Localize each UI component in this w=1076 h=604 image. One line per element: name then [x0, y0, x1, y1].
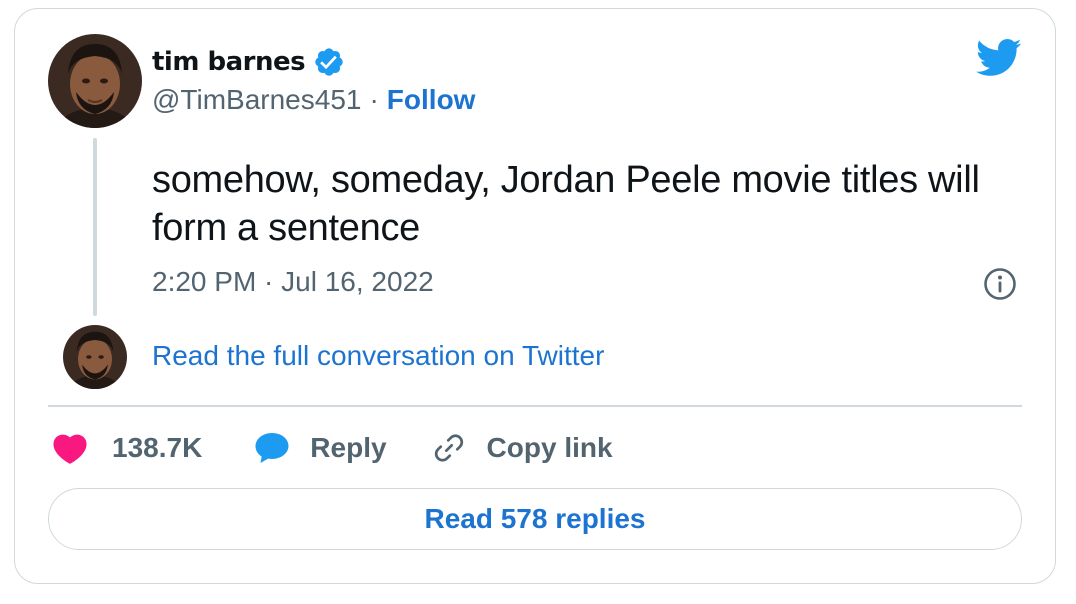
- thread-connector-line: [93, 138, 97, 316]
- copy-link-button[interactable]: Copy link: [431, 430, 613, 466]
- separator-dot: ·: [369, 84, 379, 115]
- read-replies-label: Read 578 replies: [424, 503, 646, 534]
- link-icon: [434, 434, 463, 462]
- author-name-row: tim barnes: [152, 46, 345, 78]
- author-name[interactable]: tim barnes: [152, 47, 306, 77]
- twitter-bird-icon[interactable]: [976, 38, 1022, 78]
- author-handle-row: @TimBarnes451 · Follow: [152, 84, 475, 116]
- read-replies-button[interactable]: Read 578 replies: [48, 488, 1022, 550]
- avatar-image: [48, 34, 142, 128]
- author-handle[interactable]: @TimBarnes451: [152, 84, 361, 116]
- follow-button[interactable]: Follow: [387, 84, 476, 116]
- heart-icon: [53, 434, 87, 464]
- author-avatar[interactable]: [48, 34, 142, 128]
- verified-badge-icon: [313, 46, 345, 78]
- reply-label: Reply: [310, 432, 387, 463]
- reply-button[interactable]: Reply: [254, 431, 387, 465]
- tweet-text: somehow, someday, Jordan Peele movie tit…: [152, 159, 980, 249]
- copy-link-label: Copy link: [486, 432, 613, 463]
- divider: [48, 405, 1022, 407]
- like-button[interactable]: 138.7K: [52, 431, 202, 465]
- read-full-conversation-link[interactable]: Read the full conversation on Twitter: [152, 340, 604, 372]
- tweet-timestamp[interactable]: 2:20 PM · Jul 16, 2022: [152, 266, 434, 298]
- author-avatar-small[interactable]: [63, 325, 127, 389]
- action-bar: 138.7K Reply Copy link: [52, 426, 613, 470]
- avatar-image-small: [63, 325, 127, 389]
- info-icon[interactable]: [983, 267, 1017, 301]
- like-count: 138.7K: [112, 432, 203, 463]
- speech-bubble-icon: [255, 433, 289, 463]
